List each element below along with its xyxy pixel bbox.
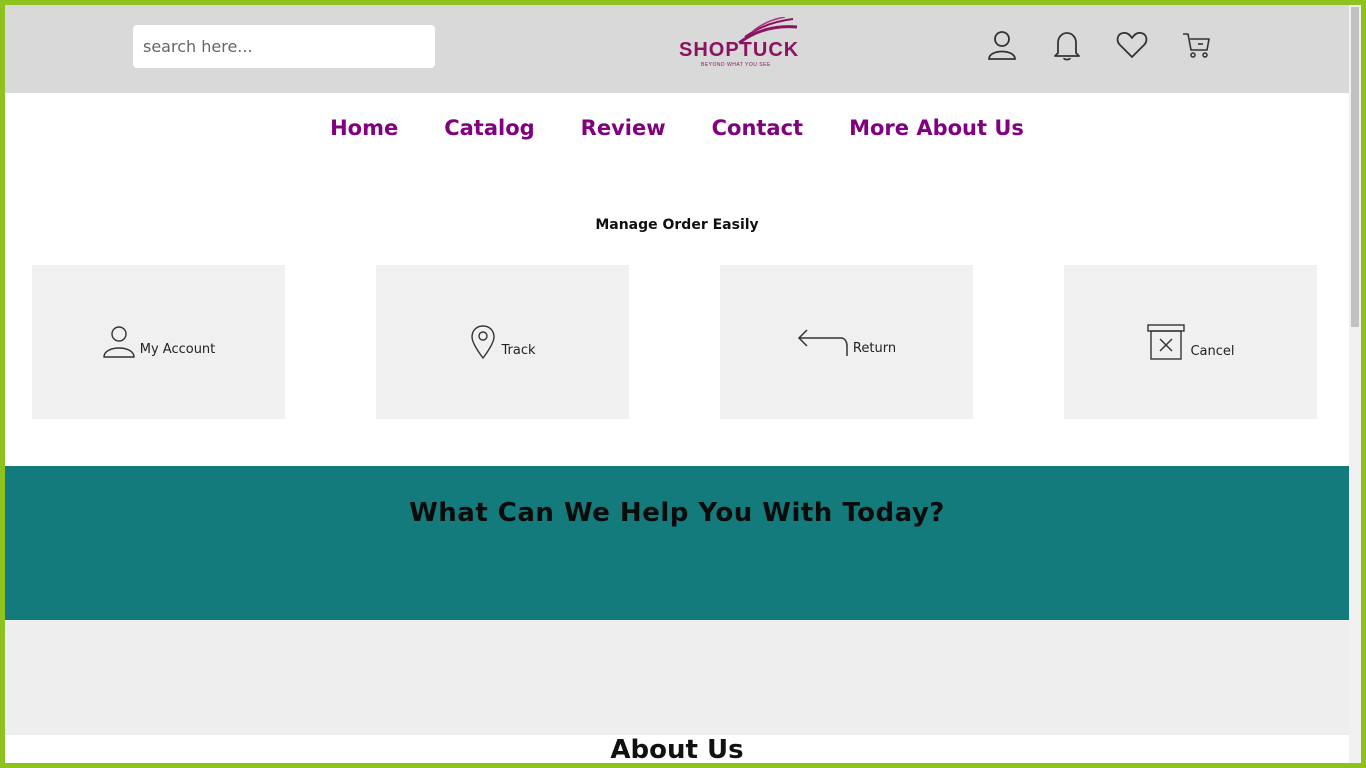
scrollbar-thumb[interactable] — [1351, 7, 1359, 327]
bell-icon[interactable] — [1049, 27, 1085, 63]
return-arrow-icon — [797, 329, 848, 356]
nav-home[interactable]: Home — [330, 105, 398, 151]
about-title: About Us — [610, 735, 744, 763]
top-bar: SHOPTUCK BEYOND WHAT YOU SEE — [5, 5, 1349, 93]
nav-review[interactable]: Review — [581, 105, 666, 151]
card-label: Cancel — [1190, 344, 1235, 359]
card-my-account[interactable]: My Account — [32, 265, 285, 419]
logo[interactable]: SHOPTUCK BEYOND WHAT YOU SEE — [675, 17, 805, 73]
main-nav: Home Catalog Review Contact More About U… — [5, 105, 1349, 151]
card-track[interactable]: Track — [376, 265, 629, 419]
manage-order-title: Manage Order Easily — [595, 217, 759, 233]
help-title: What Can We Help You With Today? — [409, 498, 945, 528]
scrollbar[interactable] — [1349, 5, 1361, 763]
nav-contact[interactable]: Contact — [712, 105, 804, 151]
location-pin-icon — [471, 325, 496, 360]
logo-tagline: BEYOND WHAT YOU SEE — [701, 62, 771, 68]
nav-catalog[interactable]: Catalog — [444, 105, 534, 151]
heart-icon[interactable] — [1114, 27, 1150, 63]
help-banner: What Can We Help You With Today? — [5, 466, 1349, 620]
card-label: Track — [501, 343, 536, 358]
card-label: Return — [852, 341, 897, 356]
card-return[interactable]: Return — [720, 265, 973, 419]
card-cancel[interactable]: Cancel — [1064, 265, 1317, 419]
cart-icon[interactable] — [1179, 27, 1215, 63]
page-frame: SHOPTUCK BEYOND WHAT YOU SEE — [5, 5, 1349, 763]
cancel-box-icon — [1147, 324, 1186, 360]
user-icon[interactable] — [984, 27, 1020, 63]
nav-more-about-us[interactable]: More About Us — [849, 105, 1024, 151]
gray-band — [5, 620, 1349, 735]
card-label: My Account — [139, 342, 216, 357]
user-icon — [103, 326, 135, 358]
search-input[interactable] — [133, 25, 435, 68]
logo-text: SHOPTUCK — [679, 39, 800, 61]
